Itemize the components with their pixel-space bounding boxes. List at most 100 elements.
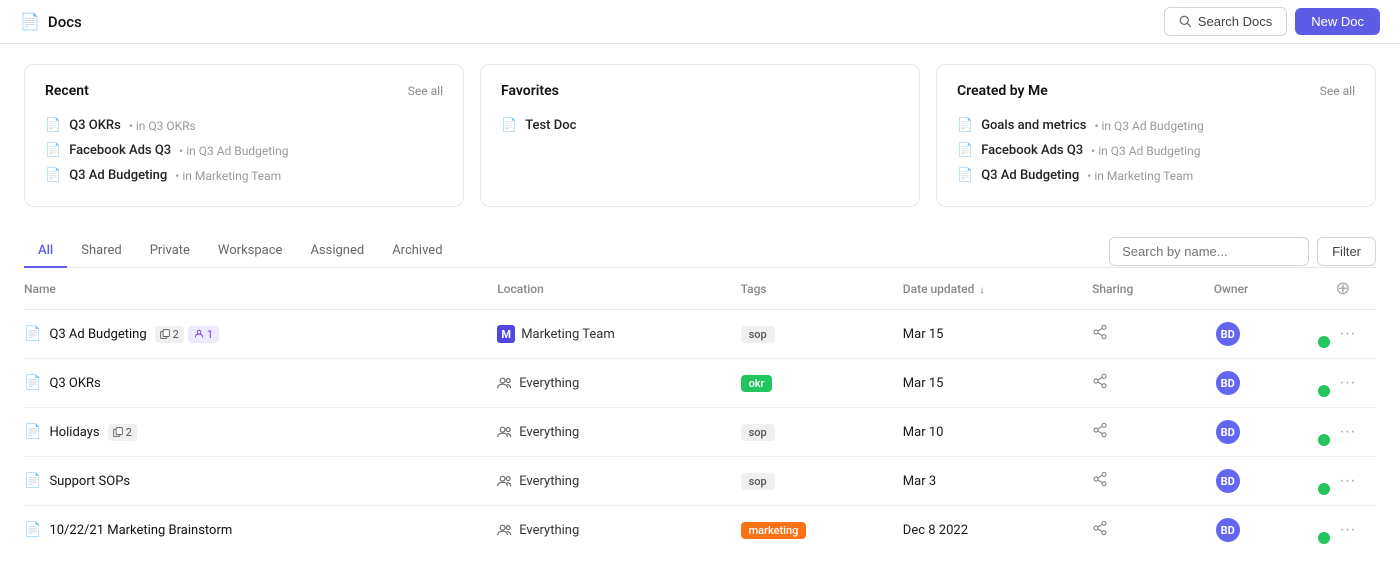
created-by-me-see-all-link[interactable]: See all bbox=[1320, 84, 1355, 98]
tab-shared[interactable]: Shared bbox=[67, 235, 135, 268]
share-icon[interactable] bbox=[1092, 522, 1108, 540]
cell-tags: sop bbox=[741, 457, 903, 506]
row-more-button[interactable]: ··· bbox=[1335, 519, 1359, 541]
avatar: BD bbox=[1214, 369, 1242, 397]
sort-arrow-icon: ↓ bbox=[979, 285, 984, 296]
search-docs-button[interactable]: Search Docs bbox=[1164, 7, 1287, 36]
add-column-button[interactable]: ⊕ bbox=[1335, 278, 1350, 299]
doc-icon: 📄 bbox=[501, 118, 517, 133]
list-item[interactable]: 📄 Q3 Ad Budgeting • in Marketing Team bbox=[957, 163, 1355, 188]
cell-tags: okr bbox=[741, 359, 903, 408]
cell-owner: BD bbox=[1214, 457, 1336, 506]
avatar-secondary bbox=[1317, 433, 1331, 447]
avatar-secondary bbox=[1317, 531, 1331, 545]
created-by-me-card-title: Created by Me bbox=[957, 83, 1048, 99]
tag-badge[interactable]: sop bbox=[741, 424, 775, 441]
cell-tags: sop bbox=[741, 408, 903, 457]
avatar-secondary bbox=[1317, 384, 1331, 398]
new-doc-button[interactable]: New Doc bbox=[1295, 8, 1380, 35]
cell-owner: BD bbox=[1214, 408, 1336, 457]
cell-sharing bbox=[1092, 408, 1214, 457]
recent-see-all-link[interactable]: See all bbox=[408, 84, 443, 98]
cell-owner: BD bbox=[1214, 506, 1336, 555]
badge-user: 1 bbox=[188, 326, 219, 343]
list-item[interactable]: 📄 Facebook Ads Q3 • in Q3 Ad Budgeting bbox=[957, 138, 1355, 163]
filter-button[interactable]: Filter bbox=[1317, 237, 1376, 266]
search-name-input[interactable] bbox=[1109, 237, 1309, 266]
cell-location: M Marketing Team bbox=[497, 310, 740, 359]
avatar: BD bbox=[1214, 320, 1242, 348]
cell-location: Everything bbox=[497, 359, 740, 408]
cell-date: Mar 3 bbox=[903, 457, 1092, 506]
tab-private[interactable]: Private bbox=[136, 235, 204, 268]
avatar-secondary bbox=[1317, 482, 1331, 496]
cell-owner: BD bbox=[1214, 359, 1336, 408]
list-item[interactable]: 📄 Goals and metrics • in Q3 Ad Budgeting bbox=[957, 113, 1355, 138]
share-icon[interactable] bbox=[1092, 326, 1108, 344]
row-more-button[interactable]: ··· bbox=[1335, 421, 1359, 443]
tabs-section: All Shared Private Workspace Assigned Ar… bbox=[24, 235, 1376, 554]
user-icon bbox=[194, 329, 204, 339]
tab-workspace[interactable]: Workspace bbox=[204, 235, 297, 268]
cell-name: 📄 Holidays 2 bbox=[24, 408, 497, 457]
col-header-sharing: Sharing bbox=[1092, 268, 1214, 310]
row-more-button[interactable]: ··· bbox=[1335, 323, 1359, 345]
tag-badge[interactable]: sop bbox=[741, 326, 775, 343]
table-row: 📄 Support SOPs Everything sop bbox=[24, 457, 1376, 506]
doc-icon: 📄 bbox=[957, 168, 973, 183]
col-header-location: Location bbox=[497, 268, 740, 310]
list-item[interactable]: 📄 Facebook Ads Q3 • in Q3 Ad Budgeting bbox=[45, 138, 443, 163]
doc-icon: 📄 bbox=[957, 143, 973, 158]
avatar: BD bbox=[1214, 516, 1242, 544]
tag-badge[interactable]: marketing bbox=[741, 522, 807, 539]
app-title: Docs bbox=[48, 13, 82, 31]
table-row: 📄 Q3 OKRs Everything okr Ma bbox=[24, 359, 1376, 408]
new-doc-label: New Doc bbox=[1311, 14, 1364, 29]
share-icon[interactable] bbox=[1092, 424, 1108, 442]
created-by-me-card-header: Created by Me See all bbox=[957, 83, 1355, 99]
cell-location: Everything bbox=[497, 408, 740, 457]
cell-name: 📄 10/22/21 Marketing Brainstorm bbox=[24, 506, 497, 555]
cell-tags: marketing bbox=[741, 506, 903, 555]
tab-assigned[interactable]: Assigned bbox=[296, 235, 378, 268]
search-docs-label: Search Docs bbox=[1198, 14, 1272, 29]
favorites-card: Favorites 📄 Test Doc bbox=[480, 64, 920, 207]
recent-card: Recent See all 📄 Q3 OKRs • in Q3 OKRs 📄 … bbox=[24, 64, 464, 207]
tabs-left: All Shared Private Workspace Assigned Ar… bbox=[24, 235, 457, 267]
doc-icon: 📄 bbox=[45, 143, 61, 158]
col-header-owner: Owner bbox=[1214, 268, 1336, 310]
cell-tags: sop bbox=[741, 310, 903, 359]
tab-all[interactable]: All bbox=[24, 235, 67, 268]
doc-icon: 📄 bbox=[45, 118, 61, 133]
people-icon bbox=[497, 376, 513, 390]
list-item[interactable]: 📄 Q3 OKRs • in Q3 OKRs bbox=[45, 113, 443, 138]
share-icon[interactable] bbox=[1092, 473, 1108, 491]
header: 📄 Docs Search Docs New Doc bbox=[0, 0, 1400, 44]
list-item[interactable]: 📄 Test Doc bbox=[501, 113, 899, 138]
list-item[interactable]: 📄 Q3 Ad Budgeting • in Marketing Team bbox=[45, 163, 443, 188]
share-icon[interactable] bbox=[1092, 375, 1108, 393]
tab-archived[interactable]: Archived bbox=[378, 235, 456, 268]
table-row: 📄 Holidays 2 bbox=[24, 408, 1376, 457]
row-more-button[interactable]: ··· bbox=[1335, 470, 1359, 492]
cell-location: Everything bbox=[497, 506, 740, 555]
col-header-date-updated[interactable]: Date updated ↓ bbox=[903, 268, 1092, 310]
m-icon: M bbox=[497, 325, 515, 343]
col-header-tags: Tags bbox=[741, 268, 903, 310]
docs-icon: 📄 bbox=[20, 12, 40, 31]
recent-card-title: Recent bbox=[45, 83, 89, 99]
cell-actions: ··· bbox=[1335, 310, 1376, 359]
cell-actions: ··· bbox=[1335, 408, 1376, 457]
doc-icon: 📄 bbox=[24, 326, 41, 342]
doc-icon: 📄 bbox=[45, 168, 61, 183]
tag-badge[interactable]: sop bbox=[741, 473, 775, 490]
tag-badge[interactable]: okr bbox=[741, 375, 773, 392]
table-row: 📄 10/22/21 Marketing Brainstorm Everythi… bbox=[24, 506, 1376, 555]
col-header-name: Name bbox=[24, 268, 497, 310]
doc-icon: 📄 bbox=[24, 375, 41, 391]
avatar: BD bbox=[1214, 467, 1242, 495]
cell-sharing bbox=[1092, 506, 1214, 555]
row-more-button[interactable]: ··· bbox=[1335, 372, 1359, 394]
people-icon bbox=[497, 425, 513, 439]
header-left: 📄 Docs bbox=[20, 12, 82, 31]
